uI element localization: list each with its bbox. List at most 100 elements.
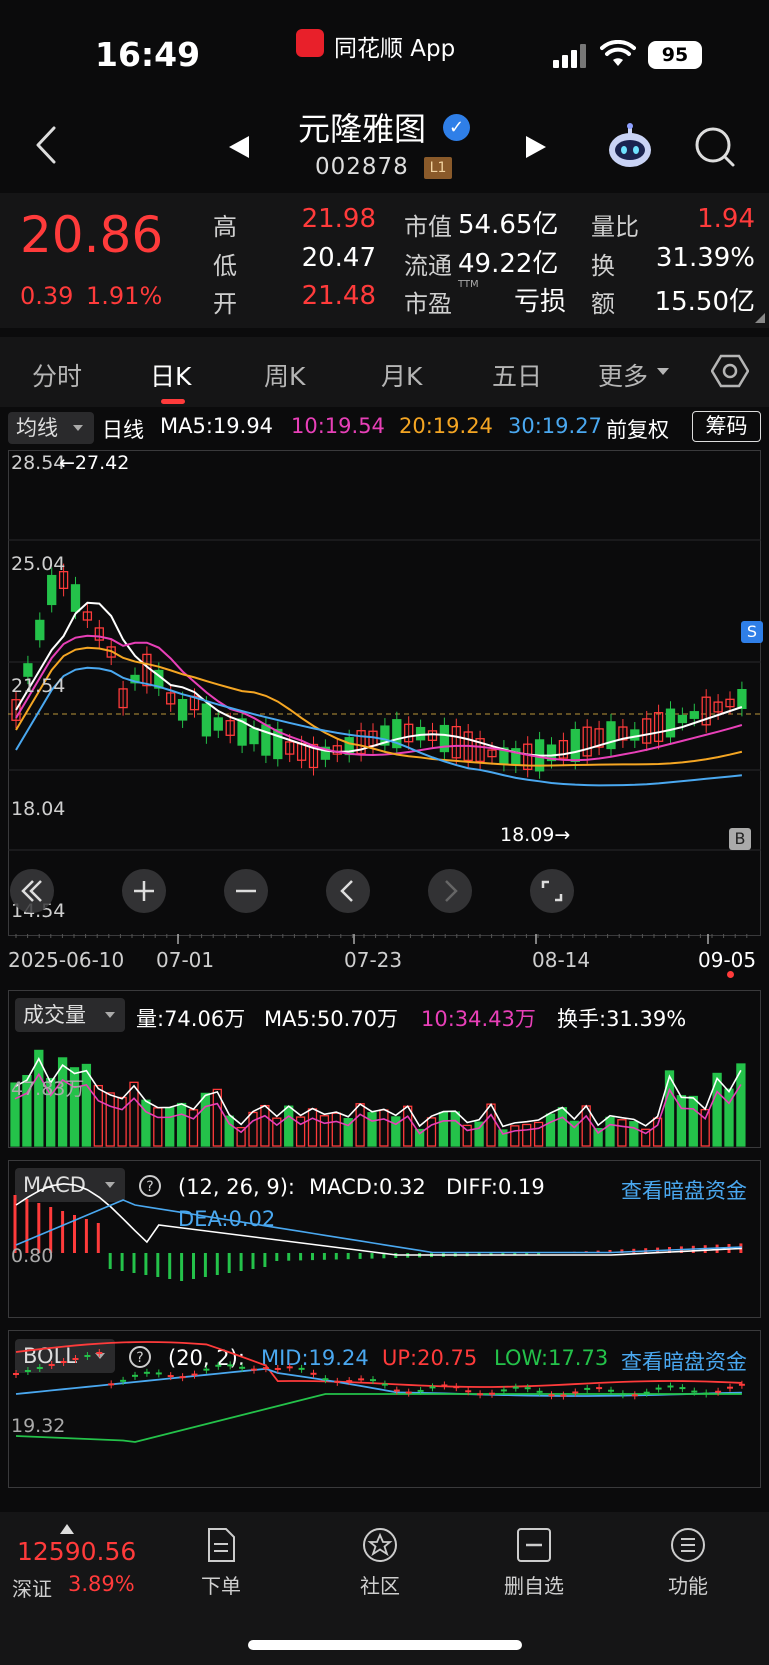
collapse-icon[interactable] (9, 868, 55, 914)
volume-bar (557, 1107, 568, 1147)
volume-bar (652, 1117, 663, 1147)
pe-value: 亏损 (513, 287, 566, 317)
volume-bar (260, 1104, 270, 1147)
sell-signal-badge[interactable]: S (741, 621, 763, 643)
volume-bar (426, 1117, 437, 1147)
volume-bar (367, 1112, 377, 1147)
tab-weekly-k[interactable]: 周K (264, 357, 305, 393)
candle-body (273, 728, 283, 760)
tab-daily-k[interactable]: 日K (150, 357, 191, 393)
volume-bar (629, 1121, 639, 1147)
nav-remove-watchlist-label: 删自选 (504, 1574, 564, 1598)
candle-body (570, 728, 580, 763)
chevron-down-icon (73, 425, 83, 431)
ma5-value: MA5:19.94 (160, 414, 274, 438)
tab-more[interactable]: 更多 (598, 357, 648, 393)
tab-intraday[interactable]: 分时 (32, 357, 82, 393)
tab-five-day[interactable]: 五日 (492, 357, 542, 393)
float-cap-label: 流通 (404, 252, 452, 280)
volume-chart[interactable] (8, 1032, 761, 1148)
amount-label: 额 (591, 290, 615, 318)
volume-ma5-line (14, 1057, 742, 1128)
macd-chart[interactable] (8, 1165, 761, 1315)
high-price-marker: ←27.42 (59, 452, 130, 474)
volume-bar (617, 1119, 627, 1147)
volume-bar (331, 1112, 341, 1147)
chip-distribution-button[interactable]: 筹码 (692, 411, 761, 442)
boll-chart[interactable] (8, 1334, 761, 1486)
buy-signal-badge[interactable]: B (729, 828, 751, 850)
expand-corner-icon[interactable] (755, 313, 765, 323)
verified-icon: ✓ (443, 114, 470, 141)
low-price-marker: 18.09→ (500, 824, 571, 846)
ma30-line (15, 666, 743, 787)
volume-ratio-label: 量比 (591, 213, 639, 241)
zoom-out-icon[interactable] (223, 868, 269, 914)
volume-bar (295, 1116, 306, 1147)
stock-name: 元隆雅图 (298, 110, 427, 148)
candle-body (665, 708, 676, 738)
dea-line (15, 1199, 742, 1254)
nav-remove-watchlist[interactable]: 删自选 (489, 1521, 579, 1599)
period-label: 日线 (102, 418, 144, 442)
next-stock-icon[interactable] (520, 132, 550, 162)
adjust-mode[interactable]: 前复权 (606, 414, 669, 444)
active-tab-indicator (161, 399, 185, 404)
index-change-pct[interactable]: 3.89% (68, 1572, 135, 1596)
fullscreen-icon[interactable] (529, 868, 575, 914)
zoom-in-icon[interactable] (121, 868, 167, 914)
volume-bar (129, 1081, 139, 1147)
volume-bar (379, 1109, 389, 1147)
prev-stock-icon[interactable] (225, 132, 255, 162)
pe-label: 市盈 (404, 290, 452, 318)
search-icon[interactable] (693, 125, 737, 169)
k-axis-label: 21.54 (11, 675, 66, 697)
battery-icon: 95 (648, 41, 702, 69)
k-axis-label: 28.54 (11, 452, 66, 474)
candle-body (606, 721, 616, 750)
scroll-right-icon[interactable] (427, 868, 473, 914)
robot-assistant-icon[interactable] (605, 122, 655, 172)
remove-watchlist-icon (517, 1528, 551, 1562)
candle-body (177, 699, 188, 721)
candle-body (630, 729, 640, 741)
market-cap-label: 市值 (404, 213, 452, 241)
index-name[interactable]: 深证 (12, 1573, 52, 1602)
nav-order[interactable]: 下单 (176, 1521, 266, 1599)
back-icon[interactable] (30, 120, 64, 170)
volume-bar (165, 1107, 175, 1147)
community-star-icon (363, 1528, 397, 1562)
high-label: 高 (213, 213, 237, 241)
open-label: 开 (213, 290, 237, 318)
app-name: 同花顺 App (334, 36, 456, 62)
nav-community[interactable]: 社区 (335, 1521, 425, 1599)
nav-functions[interactable]: 功能 (643, 1521, 733, 1599)
ma20-line (15, 646, 743, 767)
k-axis-label: 18.04 (11, 798, 66, 820)
chevron-down-icon (657, 368, 669, 375)
volume-bar (438, 1111, 449, 1147)
volume-bar (57, 1057, 68, 1147)
volume-bar (153, 1107, 163, 1147)
candle-body (70, 584, 81, 612)
settings-hexagon-icon[interactable] (711, 352, 749, 390)
scroll-left-icon[interactable] (325, 868, 371, 914)
order-document-icon (208, 1528, 235, 1562)
volume-bar (307, 1108, 318, 1147)
nav-functions-label: 功能 (668, 1574, 708, 1598)
boll-low-line (15, 1393, 742, 1443)
turnover-value: 31.39% (655, 243, 755, 273)
volume-bar (224, 1115, 234, 1147)
index-value[interactable]: 12590.56 (17, 1537, 136, 1566)
kline-chart[interactable] (8, 450, 761, 935)
price-change-pct: 1.91% (86, 282, 163, 310)
date-label: 07-01 (156, 948, 215, 972)
macd-axis-label: 0.80 (11, 1245, 54, 1267)
volume-bar (105, 1092, 115, 1147)
menu-circle-icon (671, 1528, 705, 1562)
tab-monthly-k[interactable]: 月K (381, 357, 422, 393)
candle-body (201, 703, 212, 737)
volume-bar (93, 1084, 103, 1147)
ma30-value: 30:19.27 (508, 414, 602, 438)
volume-bar (688, 1095, 698, 1147)
